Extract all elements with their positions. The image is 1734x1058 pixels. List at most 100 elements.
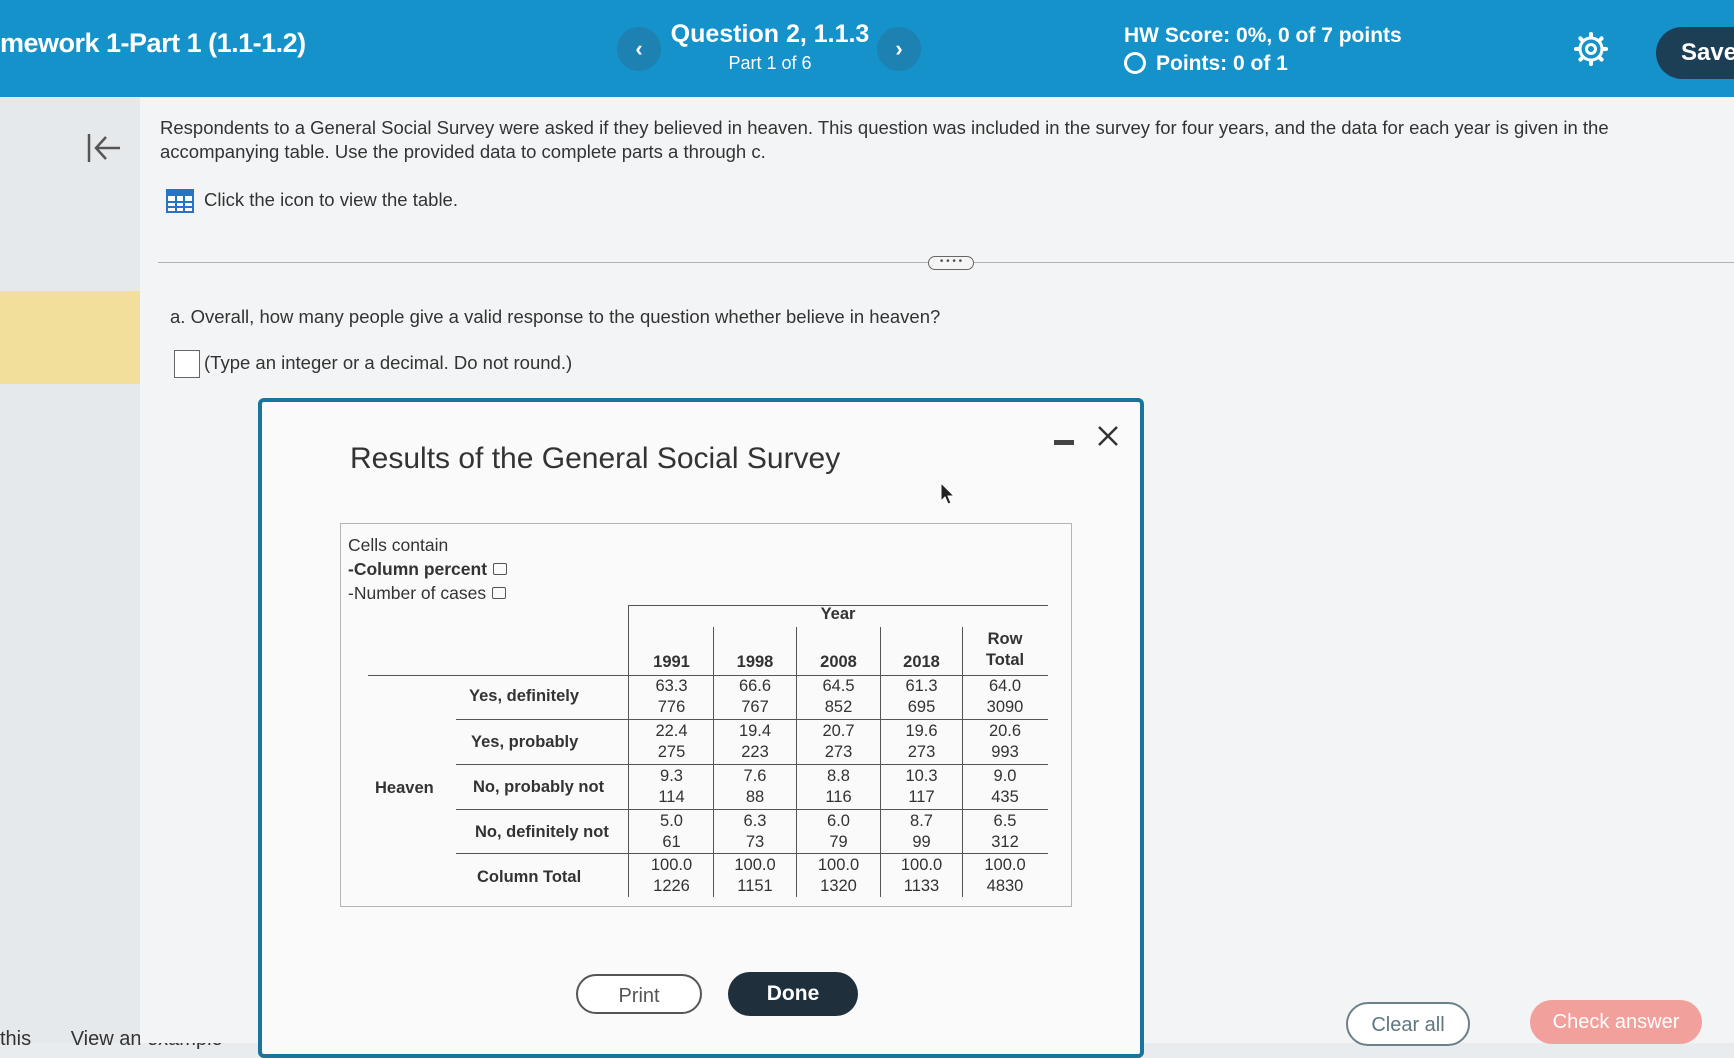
row-label-yes-definitely: Yes, definitely xyxy=(469,687,580,705)
table-line xyxy=(456,853,1048,854)
table-cell-percent: 6.5 xyxy=(993,812,1017,830)
table-cell-count: 1151 xyxy=(737,877,773,895)
minimize-icon[interactable] xyxy=(1054,440,1074,445)
table-cell-percent: 6.3 xyxy=(743,812,767,830)
question-title: Question 2, 1.1.3 xyxy=(670,20,870,48)
clear-all-button[interactable]: Clear all xyxy=(1346,1002,1470,1046)
table-cell-count: 88 xyxy=(745,788,765,806)
table-cell-percent: 19.4 xyxy=(738,722,772,740)
gear-icon[interactable] xyxy=(1574,32,1608,66)
table-cell-percent: 66.6 xyxy=(738,677,772,695)
help-link-partial[interactable]: this xyxy=(0,1028,31,1050)
row-label-column-total: Column Total xyxy=(477,868,582,886)
table-cell-percent: 8.8 xyxy=(827,767,850,785)
table-cell-count: 114 xyxy=(658,788,685,806)
table-cell-count: 223 xyxy=(741,743,769,761)
chevron-right-icon: › xyxy=(895,36,903,61)
table-cell-count: 993 xyxy=(991,743,1019,761)
next-question-button[interactable]: › xyxy=(877,27,921,71)
row-label-no-probably-not: No, probably not xyxy=(473,778,605,796)
table-cell-count: 312 xyxy=(991,833,1019,851)
table-cell-percent: 61.3 xyxy=(905,677,938,695)
header-bar: mework 1-Part 1 (1.1-1.2) ‹ Question 2, … xyxy=(0,0,1734,97)
circle-icon xyxy=(1124,52,1146,74)
table-cell-count: 61 xyxy=(662,833,681,851)
table-cell-count: 852 xyxy=(824,698,853,716)
table-line xyxy=(456,809,1048,810)
column-percent-legend: -Column percent xyxy=(348,557,508,581)
view-table-link[interactable]: Click the icon to view the table. xyxy=(204,189,458,211)
cells-contain-caption: Cells contain -Column percent -Number of… xyxy=(348,533,508,605)
number-of-cases-label: -Number of cases xyxy=(348,583,487,603)
table-cell-percent: 7.6 xyxy=(743,767,767,785)
table-cell-percent: 100.0 xyxy=(650,856,693,874)
check-answer-button[interactable]: Check answer xyxy=(1530,1000,1702,1044)
table-cell-count: 776 xyxy=(657,698,686,716)
table-cell-percent: 20.6 xyxy=(988,722,1022,740)
table-cell-count: 79 xyxy=(829,833,848,851)
table-cell-percent: 64.5 xyxy=(822,677,855,695)
year-2008-header: 2008 xyxy=(820,653,857,671)
row-label-no-definitely-not: No, definitely not xyxy=(475,823,609,841)
table-cell-count: 1133 xyxy=(903,877,940,895)
table-cell-count: 99 xyxy=(912,833,931,851)
left-sidebar xyxy=(0,97,140,1043)
copy-icon[interactable] xyxy=(492,587,507,599)
print-button[interactable]: Print xyxy=(576,974,702,1014)
table-cell-count: 767 xyxy=(741,698,769,716)
row-label-yes-probably: Yes, probably xyxy=(471,733,579,751)
more-dots-icon[interactable]: • • • • xyxy=(928,256,974,270)
year-header: Year xyxy=(820,605,856,623)
collapse-panel-icon[interactable] xyxy=(84,130,124,166)
table-cell-count: 435 xyxy=(991,788,1019,806)
table-cell-percent: 22.4 xyxy=(655,722,688,740)
year-2018-header: 2018 xyxy=(903,653,940,671)
table-cell-count: 4830 xyxy=(986,877,1024,895)
answer-hint: (Type an integer or a decimal. Do not ro… xyxy=(204,352,573,373)
table-cell-percent: 100.0 xyxy=(900,856,943,874)
current-part-highlight xyxy=(0,291,148,384)
table-cell-percent: 100.0 xyxy=(984,856,1026,874)
number-of-cases-legend: -Number of cases xyxy=(348,581,507,605)
question-a: a. Overall, how many people give a valid… xyxy=(170,306,941,327)
answer-input[interactable] xyxy=(174,350,200,378)
row-total-header-line1: Row xyxy=(987,630,1023,648)
table-icon[interactable] xyxy=(166,189,194,213)
table-cell-percent: 8.7 xyxy=(910,812,933,830)
question-intro: Respondents to a General Social Survey w… xyxy=(160,117,1609,162)
table-cell-count: 275 xyxy=(657,743,686,761)
save-button[interactable]: Save xyxy=(1656,27,1734,79)
points-text: Points: 0 of 1 xyxy=(1156,52,1288,75)
table-cell-count: 117 xyxy=(908,788,935,806)
copy-icon[interactable] xyxy=(493,563,508,575)
table-cell-percent: 5.0 xyxy=(660,812,683,830)
mouse-cursor-icon xyxy=(940,482,956,505)
year-1998-header: 1998 xyxy=(736,653,774,671)
close-icon[interactable] xyxy=(1096,424,1120,448)
row-total-header-line2: Total xyxy=(985,651,1025,669)
table-line xyxy=(456,719,1048,720)
table-cell-count: 3090 xyxy=(986,698,1024,716)
table-line xyxy=(628,605,629,897)
table-cell-count: 73 xyxy=(745,833,765,851)
table-cell-count: 116 xyxy=(825,788,852,806)
table-cell-percent: 63.3 xyxy=(655,677,688,695)
question-part: Part 1 of 6 xyxy=(728,53,812,73)
points-status: Points: 0 of 1 xyxy=(1124,52,1288,76)
table-cell-count: 273 xyxy=(824,743,853,761)
table-cell-percent: 100.0 xyxy=(734,856,776,874)
year-1991-header: 1991 xyxy=(653,653,690,671)
table-cell-percent: 9.0 xyxy=(993,767,1017,785)
done-button[interactable]: Done xyxy=(728,972,858,1016)
hw-score: HW Score: 0%, 0 of 7 points xyxy=(1124,24,1402,47)
heaven-group-label: Heaven xyxy=(375,779,434,797)
table-cell-percent: 100.0 xyxy=(817,856,860,874)
table-cell-percent: 10.3 xyxy=(905,767,938,785)
table-cell-percent: 19.6 xyxy=(905,722,938,740)
table-cell-percent: 6.0 xyxy=(827,812,850,830)
table-line xyxy=(456,764,1048,765)
table-cell-count: 695 xyxy=(907,698,936,716)
table-cell-percent: 64.0 xyxy=(988,677,1022,695)
table-cell-count: 1226 xyxy=(653,877,690,895)
homework-title: mework 1-Part 1 (1.1-1.2) xyxy=(0,28,306,58)
